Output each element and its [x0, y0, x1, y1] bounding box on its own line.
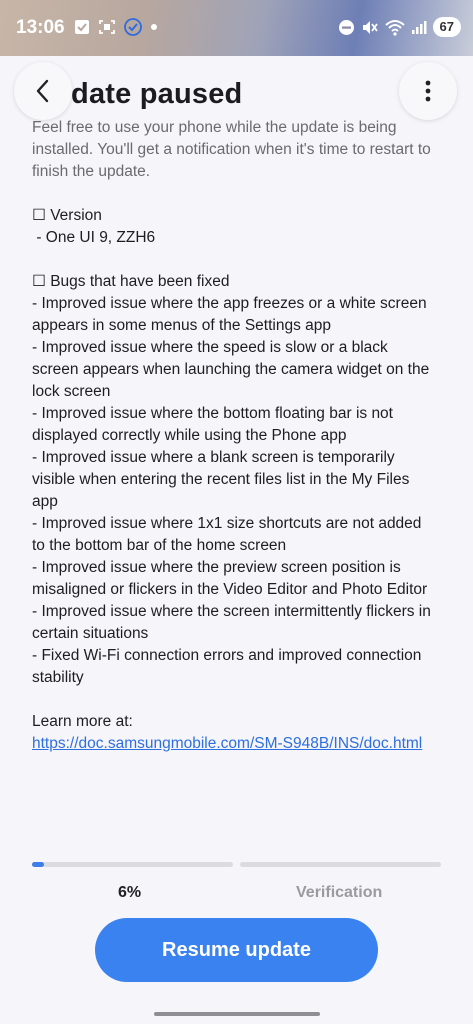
status-bar: 13:06 67 — [0, 0, 473, 56]
battery-indicator: 67 — [432, 17, 461, 37]
bugs-section: ☐ Bugs that have been fixed - Improved i… — [32, 271, 432, 689]
bugs-heading: ☐ Bugs that have been fixed — [32, 273, 230, 290]
chevron-left-icon — [36, 79, 49, 103]
version-heading: ☐ Version — [32, 207, 102, 224]
signal-icon — [411, 21, 427, 34]
more-options-button[interactable] — [399, 62, 457, 120]
mute-icon — [362, 20, 378, 34]
learn-more-label: Learn more at: — [32, 713, 133, 730]
more-vertical-icon — [425, 80, 431, 102]
check-notification-icon — [75, 20, 89, 34]
list-item: - Improved issue where 1x1 size shortcut… — [32, 515, 426, 554]
verification-label: Verification — [296, 884, 383, 901]
more-notifications-dot-icon — [151, 24, 157, 30]
do-not-disturb-icon — [338, 19, 354, 35]
progress-percent: 6% — [118, 884, 142, 901]
version-section: ☐ Version - One UI 9, ZZH6 — [32, 205, 432, 249]
wifi-icon — [384, 19, 405, 36]
update-progress-bar — [32, 862, 441, 868]
update-details: Feel free to use your phone while the up… — [32, 117, 432, 755]
resume-update-button[interactable]: Resume update — [95, 918, 378, 982]
verification-progress-segment — [240, 862, 441, 867]
list-item: - Improved issue where the app freezes o… — [32, 295, 431, 334]
intro-text: Feel free to use your phone while the up… — [32, 119, 431, 180]
documentation-link[interactable]: https://doc.samsungmobile.com/SM-S948B/I… — [32, 735, 422, 752]
list-item: - Improved issue where the bottom floati… — [32, 405, 398, 444]
list-item: - Improved issue where the speed is slow… — [32, 339, 434, 400]
list-item: - Fixed Wi-Fi connection errors and impr… — [32, 647, 426, 686]
list-item: - Improved issue where a blank screen is… — [32, 449, 414, 510]
system-status-icons: 67 — [338, 17, 461, 37]
screenshot-notification-icon — [99, 20, 115, 34]
list-item: - Improved issue where the preview scree… — [32, 559, 428, 598]
install-progress-fill — [32, 862, 45, 867]
install-progress-segment — [32, 862, 233, 867]
verified-badge-icon — [124, 18, 142, 36]
version-value: - One UI 9, ZZH6 — [32, 229, 156, 246]
status-time: 13:06 — [16, 17, 65, 38]
back-button[interactable] — [14, 62, 72, 120]
home-indicator[interactable] — [154, 1012, 320, 1016]
list-item: - Improved issue where the screen interm… — [32, 603, 436, 642]
notification-icons — [74, 18, 158, 36]
